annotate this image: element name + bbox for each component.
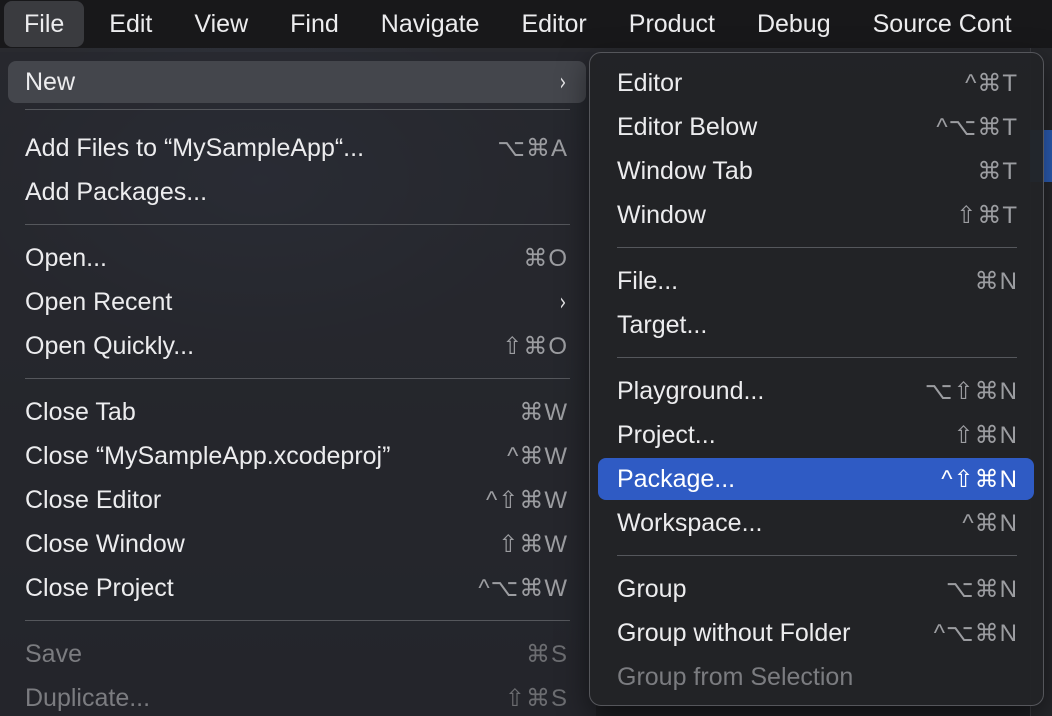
shortcut-label: ⌘T — [977, 157, 1018, 185]
menu-item-label: New — [25, 67, 76, 96]
shortcut-label: ⌥⇧⌘N — [924, 377, 1018, 405]
xcode-window: File Edit View Find Navigate Editor Prod… — [0, 0, 1052, 716]
new-submenu-item-file[interactable]: File... ⌘N — [598, 260, 1034, 302]
file-menu-item-add-packages[interactable]: Add Packages... — [8, 171, 586, 213]
shortcut-label: ⇧⌘W — [498, 530, 568, 558]
shortcut-label: ⌥⌘N — [946, 575, 1018, 603]
shortcut-label: ⌘S — [525, 640, 568, 668]
file-menu-item-add-files[interactable]: Add Files to “MySampleApp“... ⌥⌘A — [8, 127, 586, 169]
menu-separator — [617, 555, 1017, 556]
new-submenu-item-editor-below[interactable]: Editor Below ^⌥⌘T — [598, 106, 1034, 148]
file-menu-item-open-recent[interactable]: Open Recent › — [8, 281, 586, 323]
menu-item-label: Playground... — [617, 376, 765, 405]
shortcut-label: ^⌘T — [965, 69, 1018, 97]
file-menu-item-new[interactable]: New › — [8, 61, 586, 103]
file-menu-item-open-quickly[interactable]: Open Quickly... ⇧⌘O — [8, 325, 586, 367]
shortcut-label: ⌘O — [523, 244, 568, 272]
new-submenu-item-window-tab[interactable]: Window Tab ⌘T — [598, 150, 1034, 192]
menu-item-label: Group — [617, 574, 687, 603]
new-submenu: Editor ^⌘T Editor Below ^⌥⌘T Window Tab … — [589, 52, 1044, 706]
menu-separator — [617, 357, 1017, 358]
menu-separator — [25, 378, 570, 379]
new-submenu-item-window[interactable]: Window ⇧⌘T — [598, 194, 1034, 236]
menubar-debug[interactable]: Debug — [736, 0, 852, 48]
file-menu-item-close-editor[interactable]: Close Editor ^⇧⌘W — [8, 479, 586, 521]
menubar-file[interactable]: File — [4, 1, 85, 47]
menubar-edit[interactable]: Edit — [88, 0, 173, 48]
menu-item-label: Editor — [617, 68, 683, 97]
menu-item-label: Add Packages... — [25, 177, 208, 206]
menubar-editor[interactable]: Editor — [500, 0, 607, 48]
shortcut-label: ^⌥⌘N — [933, 619, 1018, 647]
menu-item-label: Open Quickly... — [25, 331, 195, 360]
shortcut-label: ^⌘N — [962, 509, 1018, 537]
menu-separator — [25, 224, 570, 225]
shortcut-label: ^⇧⌘N — [941, 465, 1018, 493]
menu-item-label: Window — [617, 200, 706, 229]
menubar-find[interactable]: Find — [269, 0, 360, 48]
new-submenu-item-editor[interactable]: Editor ^⌘T — [598, 62, 1034, 104]
shortcut-label: ^⇧⌘W — [485, 486, 568, 514]
menu-item-label: Close Tab — [25, 397, 136, 426]
shortcut-label: ^⌘W — [507, 442, 568, 470]
chevron-right-icon: › — [559, 288, 567, 316]
file-menu-item-duplicate[interactable]: Duplicate... ⇧⌘S — [8, 677, 586, 716]
shortcut-label: ⌘W — [519, 398, 568, 426]
menu-separator — [25, 620, 570, 621]
new-submenu-item-package[interactable]: Package... ^⇧⌘N — [598, 458, 1034, 500]
file-menu-item-save[interactable]: Save ⌘S — [8, 633, 586, 675]
menu-item-label: Open Recent — [25, 287, 173, 316]
menu-item-label: Project... — [617, 420, 716, 449]
menu-item-label: Duplicate... — [25, 683, 151, 712]
shortcut-label: ⌘N — [974, 267, 1018, 295]
menu-bar: File Edit View Find Navigate Editor Prod… — [0, 0, 1052, 48]
new-submenu-item-workspace[interactable]: Workspace... ^⌘N — [598, 502, 1034, 544]
menu-item-label: Package... — [617, 464, 736, 493]
file-menu: New › Add Files to “MySampleApp“... ⌥⌘A … — [0, 52, 596, 716]
menu-item-label: Open... — [25, 243, 107, 272]
shortcut-label: ^⌥⌘T — [936, 113, 1018, 141]
new-submenu-item-group[interactable]: Group ⌥⌘N — [598, 568, 1034, 610]
menu-item-label: Window Tab — [617, 156, 753, 185]
menu-item-label: Save — [25, 639, 82, 668]
menubar-view[interactable]: View — [173, 0, 269, 48]
file-menu-item-close-project[interactable]: Close Project ^⌥⌘W — [8, 567, 586, 609]
file-menu-item-close-tab[interactable]: Close Tab ⌘W — [8, 391, 586, 433]
file-menu-item-open[interactable]: Open... ⌘O — [8, 237, 586, 279]
menu-item-label: File... — [617, 266, 679, 295]
menubar-source-control[interactable]: Source Cont — [852, 0, 1033, 48]
shortcut-label: ⇧⌘O — [502, 332, 568, 360]
shortcut-label: ⌥⌘A — [497, 134, 568, 162]
shortcut-label: ^⌥⌘W — [478, 574, 568, 602]
new-submenu-item-project[interactable]: Project... ⇧⌘N — [598, 414, 1034, 456]
menubar-product[interactable]: Product — [608, 0, 736, 48]
file-menu-item-close-window[interactable]: Close Window ⇧⌘W — [8, 523, 586, 565]
new-submenu-item-target[interactable]: Target... — [598, 304, 1034, 346]
menu-item-label: Close Window — [25, 529, 185, 558]
new-submenu-item-playground[interactable]: Playground... ⌥⇧⌘N — [598, 370, 1034, 412]
menu-item-label: Editor Below — [617, 112, 758, 141]
new-submenu-item-group-from-selection[interactable]: Group from Selection — [598, 656, 1034, 698]
menu-separator — [25, 109, 570, 110]
chevron-right-icon: › — [559, 68, 567, 96]
new-submenu-item-group-without-folder[interactable]: Group without Folder ^⌥⌘N — [598, 612, 1034, 654]
menu-item-label: Workspace... — [617, 508, 763, 537]
menu-item-label: Group without Folder — [617, 618, 851, 647]
menu-separator — [617, 247, 1017, 248]
shortcut-label: ⇧⌘T — [956, 201, 1018, 229]
menu-item-label: Add Files to “MySampleApp“... — [25, 133, 365, 162]
menu-item-label: Target... — [617, 310, 708, 339]
shortcut-label: ⇧⌘N — [953, 421, 1018, 449]
file-menu-item-close-project-file[interactable]: Close “MySampleApp.xcodeproj” ^⌘W — [8, 435, 586, 477]
menu-item-label: Group from Selection — [617, 662, 854, 691]
menubar-navigate[interactable]: Navigate — [360, 0, 501, 48]
shortcut-label: ⇧⌘S — [504, 684, 568, 712]
menu-item-label: Close Project — [25, 573, 174, 602]
menu-item-label: Close “MySampleApp.xcodeproj” — [25, 441, 391, 470]
menu-item-label: Close Editor — [25, 485, 162, 514]
